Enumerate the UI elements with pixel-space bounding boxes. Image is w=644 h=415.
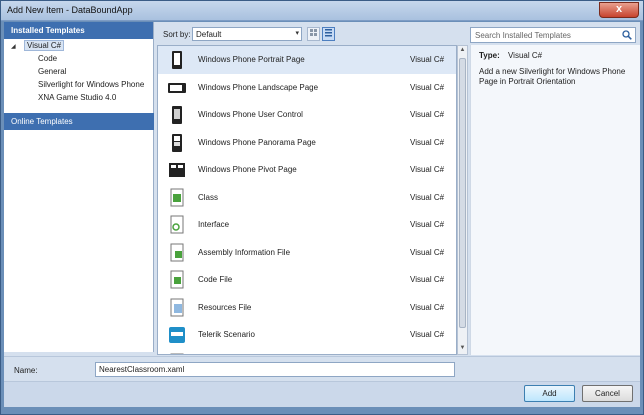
type-label: Type: [479,51,500,60]
template-item[interactable]: Telerik Scenario Visual C# [158,321,456,349]
button-bar: Add Cancel [4,381,640,407]
scroll-down-icon[interactable]: ▼ [459,345,466,353]
template-name: Windows Phone Panorama Page [198,137,316,147]
interface-file-icon [170,215,184,234]
type-value: Visual C# [507,51,543,60]
template-language: Visual C# [410,330,445,339]
expand-arrow-icon[interactable]: ◢ [11,43,16,50]
template-name: Resources File [198,302,252,312]
template-name: Interface [198,220,230,229]
list-toolbar: Sort by: Default ▾ [157,25,462,43]
template-details-panel: Type: Visual C# Add a new Silverlight fo… [470,45,640,355]
template-language: Visual C# [410,302,445,312]
template-language: Visual C# [410,275,445,284]
sort-by-value: Default [196,30,222,39]
dialog-client-area: Installed Templates ◢ Visual C# Code Gen… [4,22,640,407]
tree-item-xna-game-studio[interactable]: XNA Game Studio 4.0 [4,91,153,104]
phone-user-control-icon [172,106,182,124]
template-language: Visual C# [410,55,445,64]
template-item[interactable]: Class Visual C# [158,184,456,212]
code-file-icon [170,270,184,289]
title-bar[interactable]: Add New Item - DataBoundApp x [1,1,643,21]
template-list[interactable]: Windows Phone Portrait Page Visual C# Wind… [157,45,457,355]
search-icon[interactable] [622,30,632,40]
chevron-down-icon: ▾ [295,30,299,37]
template-item[interactable]: Windows Phone Pivot Page Visual C# [158,156,456,184]
tree-item-visual-csharp[interactable]: ◢ Visual C# [4,39,153,52]
template-name: Code File [198,275,233,284]
sort-by-dropdown[interactable]: Default ▾ [192,27,302,41]
template-language: Visual C# [410,220,445,229]
scroll-thumb[interactable] [459,58,466,328]
template-item[interactable]: Windows Phone User Control Visual C# [158,101,456,129]
template-description: Add a new Silverlight for Windows Phone … [479,67,626,86]
template-language: Visual C# [410,82,445,92]
text-file-icon [170,353,184,354]
template-item[interactable]: Interface Visual C# [158,211,456,239]
template-name: Windows Phone User Control [198,110,303,119]
template-name: Windows Phone Portrait Page [198,55,305,64]
small-icons-view-icon [310,29,317,36]
phone-pivot-icon [169,163,185,177]
installed-templates-header[interactable]: Installed Templates [4,22,153,39]
template-item[interactable]: Code File Visual C# [158,266,456,294]
template-type: Type: Visual C# [479,51,632,60]
template-name: Telerik Scenario [198,330,255,339]
add-new-item-dialog: Add New Item - DataBoundApp x Installed … [0,0,644,415]
list-view-button[interactable] [322,27,335,41]
template-name: Windows Phone Landscape Page [198,82,319,92]
add-button[interactable]: Add [524,385,575,402]
name-input[interactable]: NearestClassroom.xaml [95,362,455,377]
tree-item-general[interactable]: General [4,65,153,78]
assembly-info-icon [170,243,184,261]
template-name: Windows Phone Pivot Page [198,165,297,174]
phone-landscape-icon [168,82,186,93]
sort-by-label: Sort by: [163,30,191,39]
phone-portrait-icon [172,51,182,69]
template-language: Visual C# [410,192,445,202]
cancel-button[interactable]: Cancel [582,385,633,402]
template-item[interactable]: Assembly Information File Visual C# [158,239,456,267]
tree-item-code[interactable]: Code [4,52,153,65]
resources-file-icon [170,298,184,316]
template-item[interactable]: Resources File Visual C# [158,294,456,322]
telerik-scenario-icon [169,327,185,343]
scroll-up-icon[interactable]: ▲ [459,47,466,55]
class-file-icon [170,188,184,206]
name-label: Name: [14,366,38,375]
small-icons-view-button[interactable] [307,27,320,41]
template-item[interactable]: Windows Phone Landscape Page Visual C# [158,74,456,102]
tree-item-silverlight-windows-phone[interactable]: Silverlight for Windows Phone [4,78,153,91]
template-list-scrollbar[interactable]: ▲ ▼ [457,45,468,355]
phone-panorama-icon [172,133,182,152]
list-view-icon [325,29,332,37]
online-templates-header[interactable]: Online Templates [4,113,154,130]
template-language: Visual C# [410,165,445,174]
template-language: Visual C# [410,110,445,119]
template-name: Assembly Information File [198,247,291,257]
template-language: Visual C# [410,247,445,257]
tree-item-label: Visual C# [24,40,65,51]
window-title: Add New Item - DataBoundApp [7,5,133,15]
template-item[interactable]: Windows Phone Panorama Page Visual C# [158,129,456,157]
search-templates-input[interactable]: Search Installed Templates [470,27,636,43]
template-categories-panel: Installed Templates ◢ Visual C# Code Gen… [4,22,154,352]
search-placeholder: Search Installed Templates [475,31,571,40]
template-name: Class [198,192,219,202]
template-item[interactable]: Text FileVisual C# [158,349,456,354]
template-item[interactable]: Windows Phone Portrait Page Visual C# [158,46,456,74]
template-language: Visual C# [410,137,445,147]
close-button[interactable]: x [599,2,639,18]
name-bar: Name: NearestClassroom.xaml [4,356,640,381]
